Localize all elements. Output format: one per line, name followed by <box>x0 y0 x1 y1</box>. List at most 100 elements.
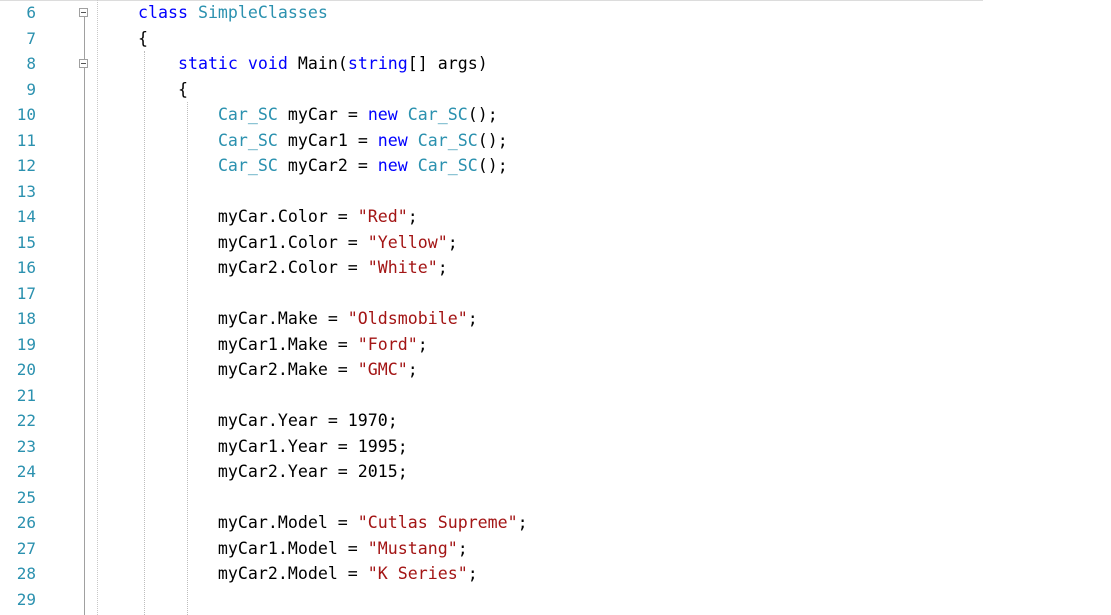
code-text[interactable]: myCar2.Year = 2015; <box>138 459 408 484</box>
code-line[interactable]: 28 myCar2.Model = "K Series"; <box>0 561 1111 586</box>
code-token-plain: ; <box>467 309 478 328</box>
fold-connector-line <box>84 68 85 615</box>
code-line[interactable]: 20 myCar2.Make = "GMC"; <box>0 357 1111 382</box>
code-token-plain: myCar1 = <box>277 130 378 150</box>
code-line[interactable]: 19 myCar1.Make = "Ford"; <box>0 332 1111 357</box>
code-token-string: "GMC" <box>357 360 408 379</box>
code-token-plain: { <box>138 28 148 48</box>
line-number: 21 <box>16 385 36 405</box>
code-token-type: SimpleClasses <box>197 3 328 22</box>
code-text[interactable]: { <box>138 26 148 51</box>
code-text[interactable]: myCar1.Make = "Ford"; <box>138 332 428 357</box>
code-line[interactable]: 10 Car_SC myCar = new Car_SC(); <box>0 102 1111 127</box>
code-token-plain: (); <box>467 105 498 124</box>
code-token-type: Car_SC <box>217 156 278 175</box>
line-number: 10 <box>16 105 36 124</box>
code-token-plain: myCar1.Model = <box>138 538 368 558</box>
code-token-plain: myCar2.Year = 2015; <box>138 462 408 481</box>
code-token-plain: ; <box>407 360 418 379</box>
code-line[interactable]: 27 myCar1.Model = "Mustang"; <box>0 536 1111 561</box>
code-token-plain: ; <box>517 513 528 532</box>
code-token-string: "Cutlas Supreme" <box>357 513 518 532</box>
line-number: 18 <box>16 309 36 328</box>
code-text[interactable]: Car_SC myCar2 = new Car_SC(); <box>138 153 508 178</box>
line-number: 15 <box>16 232 36 252</box>
code-line[interactable]: 21 <box>0 383 1111 408</box>
code-line[interactable]: 9 { <box>0 77 1111 102</box>
indent-guide <box>187 102 188 615</box>
code-line[interactable]: 17 <box>0 281 1111 306</box>
code-text[interactable]: myCar.Color = "Red"; <box>138 204 418 229</box>
code-token-plain: myCar1.Make = <box>138 334 358 354</box>
code-line[interactable]: 22 myCar.Year = 1970; <box>0 408 1111 433</box>
code-token-plain: ; <box>447 232 458 252</box>
line-number: 14 <box>16 207 36 226</box>
code-line[interactable]: 15 myCar1.Color = "Yellow"; <box>0 230 1111 255</box>
code-line[interactable]: 18 myCar.Make = "Oldsmobile"; <box>0 306 1111 331</box>
code-text[interactable]: myCar2.Make = "GMC"; <box>138 357 418 382</box>
code-token-plain: myCar = <box>277 105 368 124</box>
code-token-string: "Oldsmobile" <box>347 309 468 328</box>
code-line[interactable]: 6 class SimpleClasses <box>0 0 1111 25</box>
code-line[interactable]: 26 myCar.Model = "Cutlas Supreme"; <box>0 510 1111 535</box>
code-text[interactable]: myCar.Model = "Cutlas Supreme"; <box>138 510 528 535</box>
code-token-keyword: new <box>377 130 408 150</box>
code-token-plain: myCar.Year = 1970; <box>138 411 398 430</box>
code-token-plain: myCar.Model = <box>138 513 358 532</box>
line-number: 12 <box>16 156 36 175</box>
code-text[interactable]: Car_SC myCar = new Car_SC(); <box>138 102 498 127</box>
line-number: 23 <box>16 436 36 456</box>
code-text[interactable]: { <box>138 77 188 102</box>
code-text[interactable]: myCar.Year = 1970; <box>138 408 398 433</box>
line-number: 20 <box>16 360 36 379</box>
code-line[interactable]: 14 myCar.Color = "Red"; <box>0 204 1111 229</box>
code-line[interactable]: 16 myCar2.Color = "White"; <box>0 255 1111 280</box>
code-token-plain: ; <box>407 207 418 226</box>
code-line[interactable]: 23 myCar1.Year = 1995; <box>0 434 1111 459</box>
code-token-type: Car_SC <box>417 130 478 150</box>
code-text[interactable]: myCar2.Model = "K Series"; <box>138 561 478 586</box>
code-text[interactable]: myCar2.Color = "White"; <box>138 255 448 280</box>
code-token-string: "K Series" <box>367 564 468 583</box>
code-token-plain: myCar.Color = <box>138 207 358 226</box>
collapse-region-icon[interactable] <box>79 59 88 68</box>
code-token-type: Car_SC <box>217 105 278 124</box>
code-text[interactable]: myCar1.Color = "Yellow"; <box>138 230 458 255</box>
code-line[interactable]: 11 Car_SC myCar1 = new Car_SC(); <box>0 128 1111 153</box>
code-line[interactable]: 7{ <box>0 26 1111 51</box>
code-line[interactable]: 13 <box>0 179 1111 204</box>
code-token-plain: myCar2.Color = <box>138 258 368 277</box>
code-token-type: Car_SC <box>417 156 478 175</box>
line-number: 11 <box>16 130 36 150</box>
code-token-plain: { <box>138 79 188 99</box>
code-token-plain: [] args) <box>407 54 488 73</box>
code-token-plain: myCar1.Color = <box>138 232 368 252</box>
code-line[interactable]: 29 <box>0 587 1111 612</box>
line-number: 27 <box>16 538 36 558</box>
code-editor[interactable]: 6 class SimpleClasses 7{8 static void Main… <box>0 0 1111 615</box>
code-token-plain: (); <box>477 130 508 150</box>
code-line[interactable]: 12 Car_SC myCar2 = new Car_SC(); <box>0 153 1111 178</box>
code-line[interactable]: 25 <box>0 485 1111 510</box>
code-token-plain: ; <box>457 538 468 558</box>
code-token-plain: myCar1.Year = 1995; <box>138 436 408 456</box>
code-token-plain: ; <box>437 258 448 277</box>
code-line[interactable]: 8 static void Main(string[] args) <box>0 51 1111 76</box>
line-number: 24 <box>16 462 36 481</box>
fold-connector-line <box>84 17 85 59</box>
code-token-plain: myCar2 = <box>277 156 378 175</box>
line-number: 17 <box>16 283 36 303</box>
code-line[interactable]: 24 myCar2.Year = 2015; <box>0 459 1111 484</box>
code-text[interactable]: Car_SC myCar1 = new Car_SC(); <box>138 128 508 153</box>
code-text[interactable]: myCar1.Year = 1995; <box>138 434 408 459</box>
code-text[interactable]: static void Main(string[] args) <box>138 51 488 76</box>
code-text[interactable]: class SimpleClasses <box>138 0 328 25</box>
code-text[interactable]: myCar.Make = "Oldsmobile"; <box>138 306 478 331</box>
line-number: 9 <box>26 79 36 99</box>
collapse-region-icon[interactable] <box>79 8 88 17</box>
